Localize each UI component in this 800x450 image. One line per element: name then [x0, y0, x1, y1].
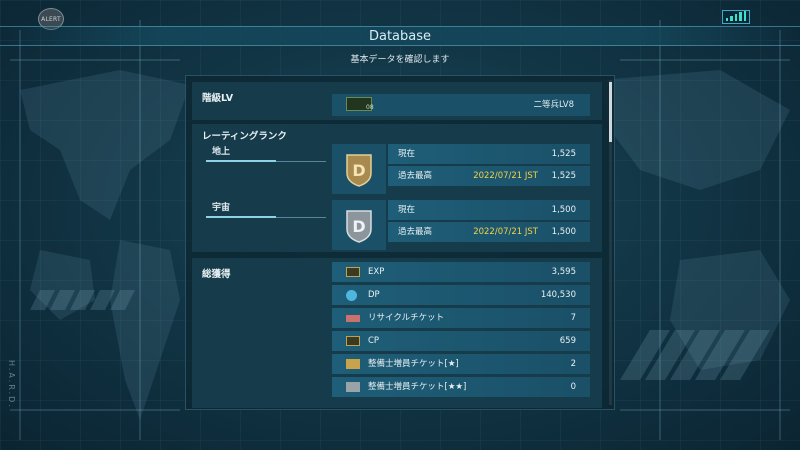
ground-rank-badge-icon: D — [346, 154, 372, 187]
tab-space[interactable]: 宇宙 — [206, 200, 326, 218]
level-value: 二等兵LV8 — [533, 100, 574, 110]
space-best-value: 1,500 — [551, 227, 576, 237]
space-rank-badge-icon: D — [346, 210, 372, 243]
recycle-ticket-icon — [346, 315, 360, 322]
mechanic-ticket-2star-icon — [346, 382, 360, 392]
ground-best-row: 過去最高 2022/07/21 JST 1,525 — [388, 166, 590, 186]
total-value: 140,530 — [540, 290, 576, 300]
exp-icon — [346, 267, 360, 277]
tab-ground[interactable]: 地上 — [206, 144, 326, 162]
ground-best-value: 1,525 — [551, 171, 576, 181]
rank-badge-number: 08 — [366, 104, 374, 111]
ground-best-date: 2022/07/21 JST — [473, 171, 538, 181]
total-row-dp: DP 140,530 — [332, 285, 590, 305]
space-rank-box: D — [332, 200, 386, 250]
space-current-value: 1,500 — [551, 205, 576, 215]
rating-title: レーティングランク — [202, 131, 287, 142]
totals-section: 総獲得 EXP 3,595 DP 140,530 リサイクルチケット 7 CP … — [192, 258, 602, 408]
total-label: リサイクルチケット — [368, 313, 445, 323]
ground-rank-box: D — [332, 144, 386, 194]
level-title: 階級LV — [202, 93, 234, 104]
total-label: 整備士増員チケット[★★] — [368, 382, 467, 392]
space-best-label: 過去最高 — [398, 227, 433, 237]
svg-text:D: D — [352, 161, 365, 180]
dp-icon — [346, 290, 357, 301]
space-best-date: 2022/07/21 JST — [473, 227, 538, 237]
total-row-recycle-ticket: リサイクルチケット 7 — [332, 308, 590, 328]
svg-text:D: D — [352, 217, 365, 236]
total-label: 整備士増員チケット[★] — [368, 359, 459, 369]
page-title: Database — [0, 26, 800, 46]
ground-current-value: 1,525 — [551, 149, 576, 159]
level-section: 階級LV 08 二等兵LV8 — [192, 82, 602, 120]
total-label: EXP — [368, 267, 385, 277]
page-subtitle: 基本データを確認します — [350, 55, 450, 65]
cp-icon — [346, 336, 360, 346]
total-row-exp: EXP 3,595 — [332, 262, 590, 282]
side-label: H.A.R.D. — [7, 360, 16, 409]
scrollbar-thumb[interactable] — [609, 82, 612, 142]
total-label: DP — [368, 290, 380, 300]
total-value: 0 — [570, 382, 576, 392]
ground-best-label: 過去最高 — [398, 171, 433, 181]
ground-current-label: 現在 — [398, 149, 416, 159]
signal-strength-icon — [722, 10, 750, 24]
space-current-label: 現在 — [398, 205, 416, 215]
ground-current-row: 現在 1,525 — [388, 144, 590, 164]
space-current-row: 現在 1,500 — [388, 200, 590, 220]
total-value: 659 — [559, 336, 576, 346]
total-label: CP — [368, 336, 380, 346]
total-row-cp: CP 659 — [332, 331, 590, 351]
database-panel: 階級LV 08 二等兵LV8 レーティングランク 地上 D 現在 1,525 過… — [185, 75, 615, 410]
total-value: 3,595 — [551, 267, 576, 277]
totals-title: 総獲得 — [202, 269, 231, 280]
total-row-mechanic-ticket-1star: 整備士増員チケット[★] 2 — [332, 354, 590, 374]
total-value: 7 — [570, 313, 576, 323]
total-row-mechanic-ticket-2star: 整備士増員チケット[★★] 0 — [332, 377, 590, 397]
mechanic-ticket-1star-icon — [346, 359, 360, 369]
rating-section: レーティングランク 地上 D 現在 1,525 過去最高 2022/07/21 … — [192, 124, 602, 252]
total-value: 2 — [570, 359, 576, 369]
level-row: 08 二等兵LV8 — [332, 94, 590, 116]
space-best-row: 過去最高 2022/07/21 JST 1,500 — [388, 222, 590, 242]
